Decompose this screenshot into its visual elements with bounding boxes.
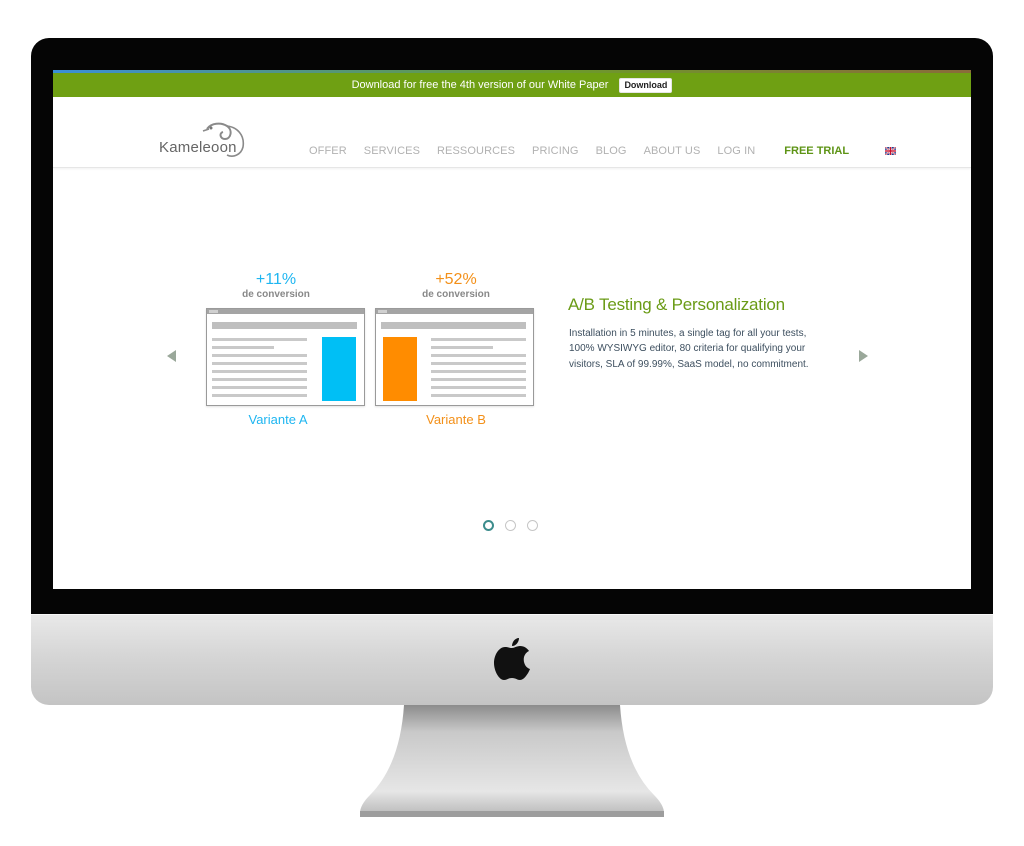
nav-offer[interactable]: OFFER	[309, 145, 347, 157]
variant-a-percent: +11%	[255, 271, 297, 288]
arrow-left-icon[interactable]	[167, 350, 176, 362]
nav-log-in[interactable]: LOG IN	[717, 145, 755, 157]
promo-text: Download for free the 4th version of our…	[351, 79, 609, 92]
download-button[interactable]: Download	[619, 77, 673, 93]
nav-free-trial[interactable]: FREE TRIAL	[784, 145, 849, 157]
monitor-stand	[360, 705, 664, 817]
arrow-right-icon[interactable]	[859, 350, 868, 362]
nav-about-us[interactable]: ABOUT US	[644, 145, 701, 157]
logo[interactable]: Kameleoon	[159, 119, 249, 163]
nav-blog[interactable]: BLOG	[596, 145, 627, 157]
nav-services[interactable]: SERVICES	[364, 145, 420, 157]
main-nav: OFFER SERVICES RESSOURCES PRICING BLOG A…	[309, 144, 897, 158]
variant-a-label: Variante A	[248, 412, 308, 427]
variant-a-stat-label: de conversion	[242, 289, 310, 300]
slider-dot-1[interactable]	[483, 520, 494, 531]
variant-a-cta-block	[322, 337, 356, 401]
nav-ressources[interactable]: RESSOURCES	[437, 145, 515, 157]
variant-b-mockup	[375, 308, 534, 406]
variant-a-mockup	[206, 308, 365, 406]
uk-flag-icon[interactable]	[885, 147, 897, 155]
slider-pagination	[483, 520, 549, 531]
variant-b-percent: +52%	[435, 271, 477, 288]
variant-b-label: Variante B	[426, 412, 486, 427]
variant-a-stat: +11% de conversion	[206, 271, 346, 300]
screen: Download for free the 4th version of our…	[53, 70, 971, 589]
hero-description: Installation in 5 minutes, a single tag …	[569, 328, 809, 370]
promo-banner: Download for free the 4th version of our…	[53, 73, 971, 97]
site-header: Kameleoon OFFER SERVICES RESSOURCES PRIC…	[53, 97, 971, 168]
slider-dot-3[interactable]	[527, 520, 538, 531]
apple-logo-icon	[494, 638, 530, 680]
variant-b-cta-block	[383, 337, 417, 401]
variant-b-stat: +52% de conversion	[386, 271, 526, 300]
variant-b-stat-label: de conversion	[422, 289, 490, 300]
nav-pricing[interactable]: PRICING	[532, 145, 579, 157]
slider-dot-2[interactable]	[505, 520, 516, 531]
hero-title: A/B Testing & Personalization	[568, 295, 785, 314]
logo-text: Kameleoon	[159, 139, 237, 156]
